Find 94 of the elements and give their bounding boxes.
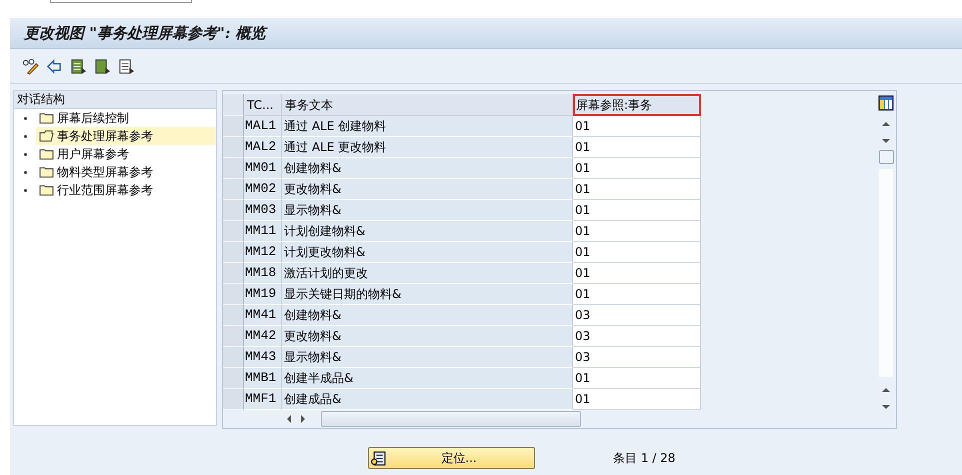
input-field[interactable]: 01 [573,221,701,242]
table-cell: MAL1 [244,116,282,137]
select-block-icon[interactable] [94,58,111,74]
table-cell: MM19 [244,284,282,305]
row-selector[interactable] [223,179,244,200]
table-cell: MM41 [244,305,282,326]
row-selector[interactable] [223,305,244,326]
column-header[interactable]: 屏幕参照:事务 [573,94,701,116]
row-selector[interactable] [223,221,244,242]
scroll-down-icon[interactable] [881,137,891,145]
column-header[interactable]: TC... [244,94,282,116]
table-cell: 通过 ALE 创建物料 [282,116,573,137]
row-selector[interactable] [223,389,244,410]
scrollbar-thumb[interactable] [878,150,894,164]
table-cell: MM11 [244,221,282,242]
tree-item[interactable]: 行业范围屏幕参考 [36,181,216,199]
bullet-icon [24,188,27,192]
scroll-up-icon[interactable] [881,386,891,394]
table-cell: MMB1 [244,368,282,389]
row-selector[interactable] [223,158,244,179]
row-selector[interactable] [223,242,244,263]
table-cell: MM43 [244,347,282,368]
input-field[interactable]: 03 [573,347,701,368]
row-selector[interactable] [223,116,244,137]
input-field[interactable]: 01 [573,137,701,158]
scrollbar-thumb[interactable] [321,411,581,427]
entry-count: 条目 1 / 28 [613,450,676,466]
table-cell: MMF1 [244,389,282,410]
folder-icon [39,166,54,178]
scroll-down-icon[interactable] [881,403,891,411]
scroll-up-icon[interactable] [881,120,891,128]
window-title: 更改视图 "事务处理屏幕参考": 概览 [24,24,266,42]
folder-icon [39,112,54,124]
input-field[interactable]: 01 [573,389,701,410]
table-cell: 显示物料& [282,200,573,221]
input-field[interactable]: 01 [573,116,701,137]
row-selector[interactable] [223,263,244,284]
input-field[interactable]: 01 [573,242,701,263]
input-field[interactable]: 03 [573,305,701,326]
row-selector[interactable] [223,326,244,347]
scroll-right-icon[interactable] [299,414,307,424]
folder-icon [39,130,54,142]
input-field[interactable]: 01 [573,179,701,200]
row-selector[interactable] [223,284,244,305]
select-all-button[interactable] [223,94,244,116]
table-cell: 更改物料& [282,179,573,200]
input-field[interactable]: 01 [573,158,701,179]
position-button[interactable]: 定位... [368,447,535,469]
tree-item[interactable]: 屏幕后续控制 [36,109,216,127]
bullet-icon [24,134,27,138]
input-field[interactable]: 01 [573,263,701,284]
tree-item[interactable]: 事务处理屏幕参考 [36,127,216,145]
pencil-glasses-icon[interactable] [22,58,39,74]
tree-item[interactable]: 用户屏幕参考 [36,145,216,163]
table-cell: 创建成品& [282,389,573,410]
row-selector[interactable] [223,368,244,389]
table-cell: 通过 ALE 更改物料 [282,137,573,158]
table-cell: 显示物料& [282,347,573,368]
table-cell: MM12 [244,242,282,263]
table-cell: MM18 [244,263,282,284]
column-settings-icon[interactable] [878,95,894,111]
table-cell: MM01 [244,158,282,179]
position-icon [371,450,386,466]
tree-item[interactable]: 物料类型屏幕参考 [36,163,216,181]
column-header[interactable]: 事务文本 [282,94,573,116]
deselect-all-icon[interactable] [118,58,135,74]
row-selector[interactable] [223,200,244,221]
row-selector[interactable] [223,137,244,158]
table-cell: 创建半成品& [282,368,573,389]
input-field[interactable]: 01 [573,284,701,305]
input-field[interactable]: 01 [573,368,701,389]
undo-icon[interactable] [46,58,63,74]
table-cell: 激活计划的更改 [282,263,573,284]
panel-title: 对话结构 [14,91,216,109]
table-cell: 计划创建物料& [282,221,573,242]
table-cell: 创建物料& [282,305,573,326]
table-cell: MAL2 [244,137,282,158]
bullet-icon [24,116,27,120]
input-field[interactable]: 01 [573,200,701,221]
scroll-left-icon[interactable] [285,414,293,424]
bullet-icon [24,170,27,174]
row-selector[interactable] [223,347,244,368]
table-cell: 显示关键日期的物料& [282,284,573,305]
input-field[interactable]: 03 [573,326,701,347]
table-cell: MM03 [244,200,282,221]
table-cell: 更改物料& [282,326,573,347]
table-cell: 计划更改物料& [282,242,573,263]
table-cell: MM42 [244,326,282,347]
table-cell: 创建物料& [282,158,573,179]
table-cell: MM02 [244,179,282,200]
folder-icon [39,184,54,196]
select-all-icon[interactable] [70,58,87,74]
bullet-icon [24,152,27,156]
folder-icon [39,148,54,160]
